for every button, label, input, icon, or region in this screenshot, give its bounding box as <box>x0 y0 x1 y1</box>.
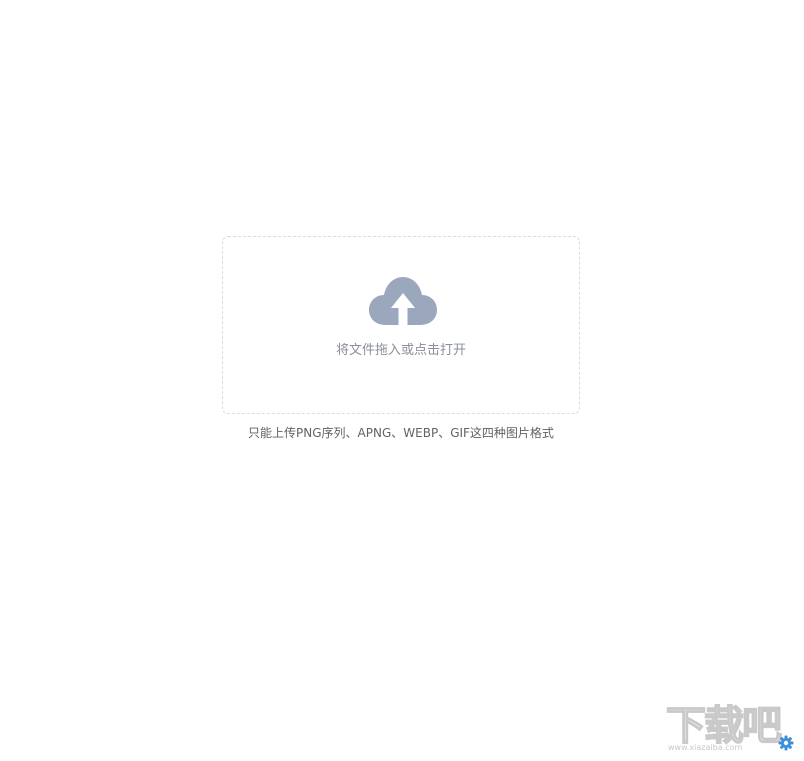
watermark-url: www.xiazaiba.com <box>668 743 743 752</box>
upload-format-tip: 只能上传PNG序列、APNG、WEBP、GIF这四种图片格式 <box>248 426 554 440</box>
gear-icon <box>778 735 794 751</box>
site-watermark: 下载吧 www.xiazaiba.com <box>665 702 804 755</box>
upload-dropzone[interactable]: 将文件拖入或点击打开 <box>222 236 580 414</box>
upload-prompt: 将文件拖入或点击打开 <box>335 343 466 358</box>
cloud-upload-icon <box>369 277 437 325</box>
